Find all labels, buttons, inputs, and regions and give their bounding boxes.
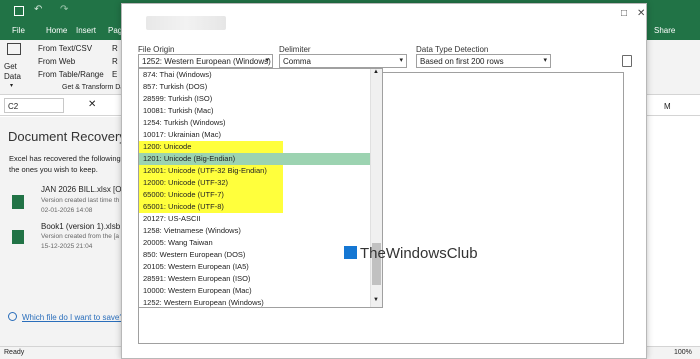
scroll-down-arrow[interactable]: ▼ — [373, 297, 379, 303]
encoding-option[interactable]: 10000: Western European (Mac) — [139, 285, 372, 297]
delimiter-value: Comma — [283, 57, 312, 66]
encoding-option[interactable]: 20005: Wang Taiwan — [139, 237, 372, 249]
status-text: Ready — [4, 349, 25, 356]
maximize-button[interactable]: □ — [621, 8, 627, 19]
group-label: Get & Transform Da — [62, 84, 125, 91]
recovery-message: Excel has recovered the following the on… — [9, 154, 121, 174]
from-table-range-button[interactable]: From Table/Range — [38, 70, 104, 79]
encoding-option[interactable]: 12000: Unicode (UTF-32) — [139, 177, 372, 189]
worksheet-grid[interactable] — [652, 117, 700, 347]
recovery-file-1-date: 02-01-2026 14:08 — [41, 207, 93, 214]
refresh-icon[interactable] — [622, 55, 632, 67]
encoding-option[interactable]: 28591: Western European (ISO) — [139, 273, 372, 285]
encoding-option[interactable]: 1254: Turkish (Windows) — [139, 117, 372, 129]
thewindowsclub-logo — [344, 246, 357, 259]
excel-file-icon — [12, 230, 24, 244]
delimiter-dropdown[interactable]: Comma ▾ — [279, 54, 407, 68]
name-box[interactable]: C2 — [4, 98, 64, 113]
recovery-title: Document Recovery — [8, 129, 126, 144]
undo-icon[interactable]: ↶ — [34, 4, 42, 15]
encoding-option[interactable]: 12001: Unicode (UTF-32 Big-Endian) — [139, 165, 372, 177]
document-recovery-pane: Document Recovery Excel has recovered th… — [0, 117, 130, 347]
watermark: TheWindowsClub — [360, 245, 478, 262]
tab-insert[interactable]: Insert — [76, 26, 96, 35]
redo-icon[interactable]: ↷ — [60, 4, 68, 15]
file-origin-dropdown[interactable]: 1252: Western European (Windows) ▾ — [138, 54, 273, 68]
get-data-dropdown-icon[interactable]: ▾ — [10, 82, 13, 89]
recovery-file-2-meta: Version created from the [a — [41, 233, 120, 240]
scroll-up-arrow[interactable]: ▲ — [373, 69, 379, 75]
encoding-option[interactable]: 850: Western European (DOS) — [139, 249, 372, 261]
excel-file-icon — [12, 195, 24, 209]
dialog-title-blurred — [146, 16, 226, 30]
encoding-option[interactable]: 65000: Unicode (UTF-7) — [139, 189, 372, 201]
chevron-down-icon: ▾ — [543, 57, 547, 64]
encoding-option[interactable]: 857: Turkish (DOS) — [139, 81, 372, 93]
data-type-detection-value: Based on first 200 rows — [420, 57, 504, 66]
file-origin-list[interactable]: 874: Thai (Windows) 857: Turkish (DOS) 285… — [138, 68, 383, 308]
from-text-csv-button[interactable]: From Text/CSV — [38, 44, 92, 53]
ribbon-button-r2[interactable]: R — [112, 57, 118, 66]
recovery-file-1[interactable]: JAN 2026 BILL.xlsx [Orig — [41, 185, 130, 194]
recovery-file-1-meta: Version created last time th — [41, 197, 120, 204]
get-data-button[interactable]: Get Data — [4, 62, 26, 82]
encoding-option[interactable]: 10017: Ukrainian (Mac) — [139, 129, 372, 141]
close-button[interactable]: ✕ — [637, 8, 645, 19]
encoding-option[interactable]: 65001: Unicode (UTF-8) — [139, 201, 372, 213]
encoding-option[interactable]: 1258: Vietnamese (Windows) — [139, 225, 372, 237]
recovery-file-2[interactable]: Book1 (version 1).xlsb [A — [41, 222, 130, 231]
data-type-detection-label: Data Type Detection — [416, 45, 489, 54]
encoding-option[interactable]: 1252: Western European (Windows) — [139, 297, 372, 307]
file-origin-value: 1252: Western European (Windows) — [142, 57, 271, 66]
encoding-option[interactable]: 28599: Turkish (ISO) — [139, 93, 372, 105]
ribbon-button-e[interactable]: E — [112, 70, 117, 79]
data-type-detection-dropdown[interactable]: Based on first 200 rows ▾ — [416, 54, 551, 68]
list-scrollbar[interactable]: ▲ ▼ — [370, 69, 382, 307]
file-origin-label: File Origin — [138, 45, 175, 54]
which-file-link[interactable]: Which file do I want to save? — [22, 313, 124, 322]
encoding-option[interactable]: 20105: Western European (IA5) — [139, 261, 372, 273]
delimiter-label: Delimiter — [279, 45, 311, 54]
encoding-option[interactable]: 1200: Unicode — [139, 141, 372, 153]
share-button[interactable]: Share — [654, 26, 675, 35]
encoding-option[interactable]: 874: Thai (Windows) — [139, 69, 372, 81]
recovery-file-2-date: 15-12-2025 21:04 — [41, 243, 93, 250]
encoding-option[interactable]: 10081: Turkish (Mac) — [139, 105, 372, 117]
zoom-level[interactable]: 100% — [674, 349, 692, 356]
encoding-option[interactable]: 1201: Unicode (Big-Endian) — [139, 153, 372, 165]
tab-home[interactable]: Home — [46, 26, 67, 35]
chevron-down-icon: ▾ — [265, 57, 269, 64]
save-icon[interactable] — [14, 6, 24, 16]
column-header-m: M — [664, 102, 671, 111]
help-icon — [8, 312, 17, 321]
tab-file[interactable]: File — [12, 26, 25, 35]
encoding-option[interactable]: 20127: US-ASCII — [139, 213, 372, 225]
chevron-down-icon: ▾ — [399, 57, 403, 64]
get-data-icon — [7, 43, 21, 55]
cancel-icon[interactable]: ✕ — [88, 99, 96, 110]
ribbon-button-r1[interactable]: R — [112, 44, 118, 53]
import-dialog: □ ✕ File Origin 1252: Western European (… — [121, 3, 647, 359]
from-web-button[interactable]: From Web — [38, 57, 75, 66]
